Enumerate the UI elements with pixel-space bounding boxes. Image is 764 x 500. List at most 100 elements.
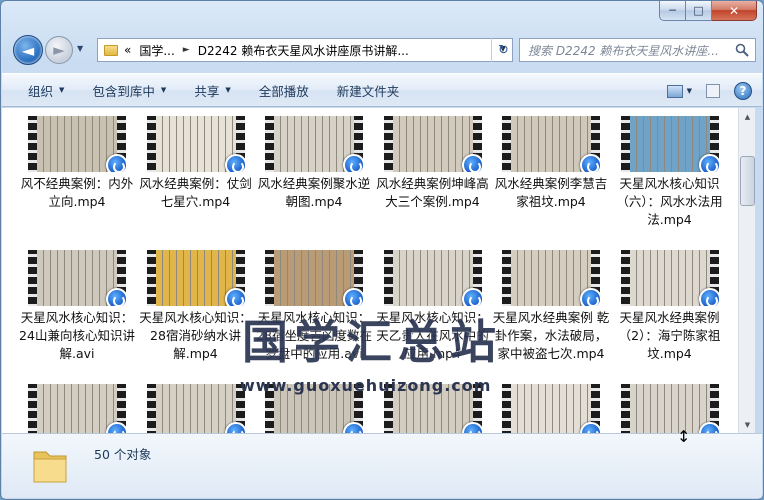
back-button[interactable]: ◄ bbox=[13, 35, 43, 65]
media-player-icon bbox=[343, 422, 363, 433]
film-strip bbox=[502, 384, 511, 433]
help-icon[interactable]: ? bbox=[734, 82, 752, 100]
file-item[interactable]: 天星风水核心知识：天乙贵人在风水中的应用.mp4 bbox=[374, 250, 492, 378]
file-item[interactable]: 风水经典案例聚水逆朝图.mp4 bbox=[255, 116, 373, 244]
film-strip bbox=[383, 384, 393, 433]
thumbnail-image bbox=[392, 116, 473, 172]
search-placeholder: 搜索 D2242 赖布衣天星风水讲座... bbox=[528, 43, 719, 58]
item-count: 50 个对象 bbox=[94, 447, 152, 462]
file-item[interactable]: 天星风水经典案例（2）：海宁陈家祖坟.mp4 bbox=[611, 250, 729, 378]
chevron-down-icon: ▼ bbox=[225, 86, 231, 94]
vertical-scrollbar[interactable]: ▲ ▼ bbox=[738, 108, 755, 433]
chevron-down-icon: ▼ bbox=[160, 86, 167, 94]
file-item[interactable] bbox=[137, 384, 255, 433]
media-player-icon bbox=[343, 288, 363, 306]
film-strip bbox=[383, 116, 393, 172]
recent-pages-dropdown[interactable]: ▼ bbox=[77, 44, 83, 53]
close-button[interactable]: ✕ bbox=[712, 1, 757, 21]
thumbnail-image bbox=[629, 384, 710, 433]
thumbnail-image bbox=[37, 384, 117, 433]
video-thumbnail bbox=[146, 384, 245, 433]
file-item[interactable] bbox=[255, 384, 373, 433]
explorer-window: ─ □ ✕ ◄ ► ▼ « 国学... ► D2242 赖布衣天星风水讲座原书讲… bbox=[0, 0, 764, 500]
resize-cursor-icon: ↕ bbox=[677, 427, 691, 446]
film-strip bbox=[146, 250, 156, 306]
breadcrumb-item-current[interactable]: D2242 赖布衣天星风水讲座原书讲解... bbox=[198, 42, 409, 59]
search-input[interactable]: 搜索 D2242 赖布衣天星风水讲座... bbox=[519, 38, 756, 62]
file-list-area[interactable]: 风不经典案例：内外立向.mp4 风水经典案例：仗剑七星穴.mp4 风水经典案例聚水逆… bbox=[2, 108, 738, 433]
media-player-icon bbox=[580, 288, 600, 306]
details-pane: 50 个对象 bbox=[2, 433, 762, 498]
share-menu[interactable]: 共享 ▼ bbox=[180, 74, 244, 106]
file-item[interactable]: 风水经典案例李慧吉家祖坟.mp4 bbox=[492, 116, 610, 244]
file-item[interactable]: 风不经典案例：内外立向.mp4 bbox=[18, 116, 136, 244]
file-name: 风水经典案例坤峰高大三个案例.mp4 bbox=[376, 176, 489, 209]
file-item[interactable]: 天星风水核心知识：28宿坐度吉凶度数在罗盘中的应用.avi bbox=[255, 250, 373, 378]
media-player-icon bbox=[106, 154, 126, 172]
film-strip bbox=[146, 116, 156, 172]
thumbnail-image bbox=[155, 116, 236, 172]
file-item[interactable]: 风水经典案例坤峰高大三个案例.mp4 bbox=[374, 116, 492, 244]
media-player-icon bbox=[106, 422, 126, 433]
video-thumbnail bbox=[502, 250, 600, 306]
film-strip bbox=[265, 250, 274, 306]
organize-menu[interactable]: 组织 ▼ bbox=[2, 74, 78, 106]
file-item[interactable] bbox=[611, 384, 729, 433]
film-strip bbox=[502, 116, 511, 172]
file-item[interactable] bbox=[374, 384, 492, 433]
scroll-up-arrow[interactable]: ▲ bbox=[739, 108, 756, 125]
scrollbar-thumb[interactable] bbox=[740, 156, 755, 206]
minimize-button[interactable]: ─ bbox=[659, 1, 686, 21]
view-options-icon[interactable] bbox=[666, 84, 683, 98]
video-thumbnail bbox=[383, 250, 482, 306]
file-item[interactable]: 天星风水核心知识：28宿消砂纳水讲解.mp4 bbox=[137, 250, 255, 378]
thumbnail-image bbox=[155, 250, 236, 306]
scroll-down-arrow[interactable]: ▼ bbox=[739, 416, 756, 433]
video-thumbnail bbox=[265, 116, 363, 172]
view-dropdown-icon[interactable]: ▼ bbox=[687, 87, 692, 95]
file-name: 天星风水经典案例 乾卦作案，水法破局，家中被盗七次.mp4 bbox=[492, 310, 610, 361]
address-bar[interactable]: « 国学... ► D2242 赖布衣天星风水讲座原书讲解... ▼ bbox=[97, 38, 513, 62]
breadcrumb-overflow[interactable]: « bbox=[124, 43, 131, 57]
file-item[interactable]: 风水经典案例：仗剑七星穴.mp4 bbox=[137, 116, 255, 244]
video-thumbnail bbox=[28, 384, 126, 433]
thumbnail-image bbox=[511, 384, 591, 433]
play-all-button[interactable]: 全部播放 bbox=[245, 74, 323, 106]
media-player-icon bbox=[343, 154, 363, 172]
breadcrumb-item-root[interactable]: 国学... bbox=[139, 42, 174, 59]
film-strip bbox=[146, 384, 156, 433]
thumbnail-image bbox=[629, 250, 710, 306]
thumbnail-image bbox=[274, 384, 354, 433]
forward-button[interactable]: ► bbox=[45, 36, 73, 64]
media-player-icon bbox=[224, 154, 245, 172]
preview-pane-icon[interactable] bbox=[706, 84, 720, 98]
file-name: 风水经典案例：仗剑七星穴.mp4 bbox=[139, 176, 252, 209]
file-item[interactable]: 天星风水经典案例 乾卦作案，水法破局，家中被盗七次.mp4 bbox=[492, 250, 610, 378]
file-name: 风不经典案例：内外立向.mp4 bbox=[20, 176, 134, 209]
chevron-right-icon[interactable]: ► bbox=[183, 45, 190, 55]
maximize-button[interactable]: □ bbox=[686, 1, 712, 21]
file-item[interactable]: 天星风水核心知识：24山兼向核心知识讲解.avi bbox=[18, 250, 136, 378]
thumbnail-image bbox=[37, 250, 117, 306]
file-name: 天星风水经典案例（2）：海宁陈家祖坟.mp4 bbox=[618, 310, 721, 361]
refresh-button[interactable]: ↻ bbox=[491, 38, 515, 62]
new-folder-button[interactable]: 新建文件夹 bbox=[323, 74, 414, 106]
file-item[interactable]: 天星风水核心知识（六）：风水水法用法.mp4 bbox=[611, 116, 729, 244]
film-strip bbox=[620, 250, 630, 306]
search-icon[interactable] bbox=[735, 43, 749, 57]
file-item[interactable] bbox=[492, 384, 610, 433]
film-strip bbox=[28, 384, 37, 433]
thumbnail-image bbox=[37, 116, 117, 172]
video-thumbnail bbox=[620, 250, 719, 306]
file-name: 天星风水核心知识（六）：风水水法用法.mp4 bbox=[616, 176, 723, 227]
include-in-library-menu[interactable]: 包含到库中 ▼ bbox=[78, 74, 180, 106]
include-in-library-label: 包含到库中 bbox=[92, 83, 155, 99]
film-strip bbox=[28, 250, 37, 306]
organize-label: 组织 bbox=[28, 83, 54, 99]
video-thumbnail bbox=[146, 116, 245, 172]
video-thumbnail bbox=[383, 116, 482, 172]
video-thumbnail bbox=[383, 384, 482, 433]
file-item[interactable] bbox=[18, 384, 136, 433]
video-thumbnail bbox=[502, 116, 600, 172]
media-player-icon bbox=[580, 154, 600, 172]
